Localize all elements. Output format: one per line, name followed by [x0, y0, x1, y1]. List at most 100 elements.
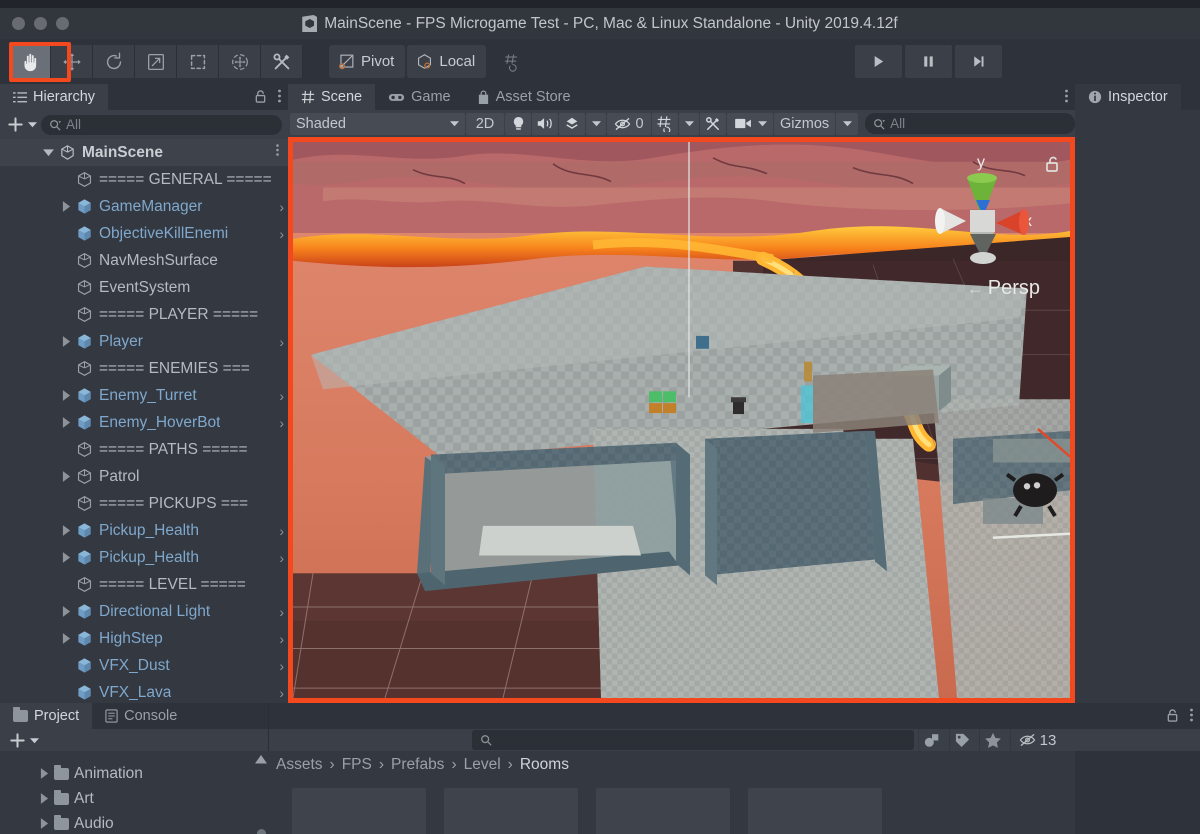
hierarchy-item[interactable]: Pickup_Health › [0, 517, 288, 544]
scroll-thumb[interactable] [256, 829, 266, 834]
hierarchy-item[interactable]: VFX_Lava › [0, 679, 288, 703]
scene-kebab-menu-icon[interactable] [275, 143, 280, 162]
expand-triangle-icon[interactable] [58, 552, 74, 563]
prefab-open-chevron-icon[interactable]: › [279, 658, 284, 674]
custom-tool-button[interactable] [261, 45, 303, 78]
prefab-open-chevron-icon[interactable]: › [279, 685, 284, 701]
expand-triangle-icon[interactable] [58, 390, 74, 401]
prefab-open-chevron-icon[interactable]: › [279, 199, 284, 215]
expand-triangle-icon[interactable] [58, 471, 74, 482]
tab-console[interactable]: Console [92, 703, 191, 729]
expand-triangle-icon[interactable] [40, 793, 49, 804]
scene-audio-button[interactable] [532, 112, 558, 135]
grid-snapping-button[interactable] [492, 45, 533, 78]
transform-tool-button[interactable] [219, 45, 261, 78]
breadcrumb-item[interactable]: Assets [276, 756, 323, 774]
gizmo-lock-button[interactable] [1044, 155, 1062, 180]
prefab-open-chevron-icon[interactable]: › [279, 604, 284, 620]
step-button[interactable] [955, 45, 1002, 78]
project-type-filter-button[interactable] [918, 729, 945, 751]
scene-fx-button[interactable] [559, 112, 585, 135]
breadcrumb[interactable]: Assets › FPS › Prefabs › Level › Rooms [268, 751, 1200, 778]
scene-grid-button[interactable] [652, 112, 678, 135]
project-tree-item[interactable]: Audio [0, 811, 268, 834]
tab-inspector[interactable]: Inspector [1075, 84, 1181, 110]
tab-hierarchy[interactable]: Hierarchy [0, 84, 109, 110]
gizmos-button[interactable]: Gizmos [774, 112, 836, 135]
prefab-open-chevron-icon[interactable]: › [279, 523, 284, 539]
asset-item[interactable] [292, 788, 426, 834]
tab-game[interactable]: Game [375, 84, 464, 110]
project-favorites-button[interactable] [979, 729, 1006, 751]
project-folder-tree[interactable]: Animation Art Audio [0, 751, 268, 834]
asset-item[interactable] [596, 788, 730, 834]
breadcrumb-item[interactable]: Level [464, 756, 501, 774]
lock-icon[interactable] [1166, 708, 1179, 723]
expand-triangle-icon[interactable] [40, 818, 49, 829]
hierarchy-item[interactable]: Patrol [0, 463, 288, 490]
hierarchy-item[interactable]: ===== ENEMIES === [0, 355, 288, 382]
hierarchy-tree[interactable]: MainScene ===== GENERAL ===== GameManager… [0, 139, 288, 703]
prefab-open-chevron-icon[interactable]: › [279, 226, 284, 242]
hierarchy-search-input[interactable]: All [41, 114, 282, 135]
project-hidden-count-button[interactable]: 13 [1010, 729, 1064, 751]
prefab-open-chevron-icon[interactable]: › [279, 415, 284, 431]
project-asset-browser[interactable]: Assets › FPS › Prefabs › Level › Rooms [268, 751, 1200, 834]
hierarchy-item[interactable]: Player › [0, 328, 288, 355]
move-tool-button[interactable] [51, 45, 93, 78]
expand-triangle-icon[interactable] [58, 633, 74, 644]
project-tree-item[interactable]: Art [0, 786, 268, 811]
breadcrumb-item[interactable]: FPS [342, 756, 372, 774]
expand-triangle-icon[interactable] [40, 768, 49, 779]
hierarchy-item[interactable]: NavMeshSurface [0, 247, 288, 274]
scene-camera-button[interactable] [727, 112, 773, 135]
scene-component-tools-button[interactable] [700, 112, 726, 135]
hierarchy-item[interactable]: ===== LEVEL ===== [0, 571, 288, 598]
breadcrumb-item[interactable]: Rooms [520, 756, 569, 774]
hand-tool-button[interactable] [9, 45, 51, 78]
lock-icon[interactable] [254, 89, 267, 104]
hierarchy-item[interactable]: Enemy_Turret › [0, 382, 288, 409]
rect-tool-button[interactable] [177, 45, 219, 78]
expand-triangle-icon[interactable] [40, 148, 56, 157]
hierarchy-item[interactable]: Directional Light › [0, 598, 288, 625]
draw-mode-dropdown[interactable]: Shaded [290, 112, 465, 135]
scene-projection-label[interactable]: ← Persp [967, 277, 1040, 300]
kebab-menu-icon[interactable] [1064, 88, 1069, 104]
prefab-open-chevron-icon[interactable]: › [279, 334, 284, 350]
tab-asset-store[interactable]: Asset Store [463, 84, 584, 110]
expand-triangle-icon[interactable] [58, 606, 74, 617]
scene-grid-dropdown[interactable] [679, 112, 699, 135]
asset-item[interactable] [444, 788, 578, 834]
tab-scene[interactable]: Scene [288, 84, 376, 110]
scene-lighting-button[interactable] [505, 112, 531, 135]
hierarchy-scene-root[interactable]: MainScene [0, 139, 288, 166]
kebab-menu-icon[interactable] [277, 88, 282, 104]
rotate-tool-button[interactable] [93, 45, 135, 78]
prefab-open-chevron-icon[interactable]: › [279, 550, 284, 566]
hierarchy-item[interactable]: EventSystem [0, 274, 288, 301]
hierarchy-item[interactable]: HighStep › [0, 625, 288, 652]
expand-triangle-icon[interactable] [58, 336, 74, 347]
handle-rotation-button[interactable]: Local [407, 45, 487, 78]
tab-project[interactable]: Project [0, 703, 93, 729]
scene-viewport[interactable]: y x ← Persp [288, 137, 1075, 703]
hierarchy-add-button[interactable] [6, 115, 37, 134]
hierarchy-item[interactable]: ObjectiveKillEnemi › [0, 220, 288, 247]
project-tree-item[interactable]: Animation [0, 761, 268, 786]
expand-triangle-icon[interactable] [58, 525, 74, 536]
scroll-up-arrow-icon[interactable] [255, 755, 267, 764]
prefab-open-chevron-icon[interactable]: › [279, 388, 284, 404]
hierarchy-item[interactable]: ===== PLAYER ===== [0, 301, 288, 328]
toggle-2d-button[interactable]: 2D [466, 112, 504, 135]
pivot-toggle-button[interactable]: Pivot [329, 45, 406, 78]
hidden-objects-button[interactable]: 0 [607, 112, 651, 135]
expand-triangle-icon[interactable] [58, 417, 74, 428]
asset-item[interactable] [748, 788, 882, 834]
hierarchy-item[interactable]: Enemy_HoverBot › [0, 409, 288, 436]
scene-fx-dropdown[interactable] [586, 112, 606, 135]
project-search-input[interactable] [472, 730, 914, 750]
expand-triangle-icon[interactable] [58, 201, 74, 212]
hierarchy-item[interactable]: ===== GENERAL ===== [0, 166, 288, 193]
hierarchy-item[interactable]: ===== PICKUPS === [0, 490, 288, 517]
